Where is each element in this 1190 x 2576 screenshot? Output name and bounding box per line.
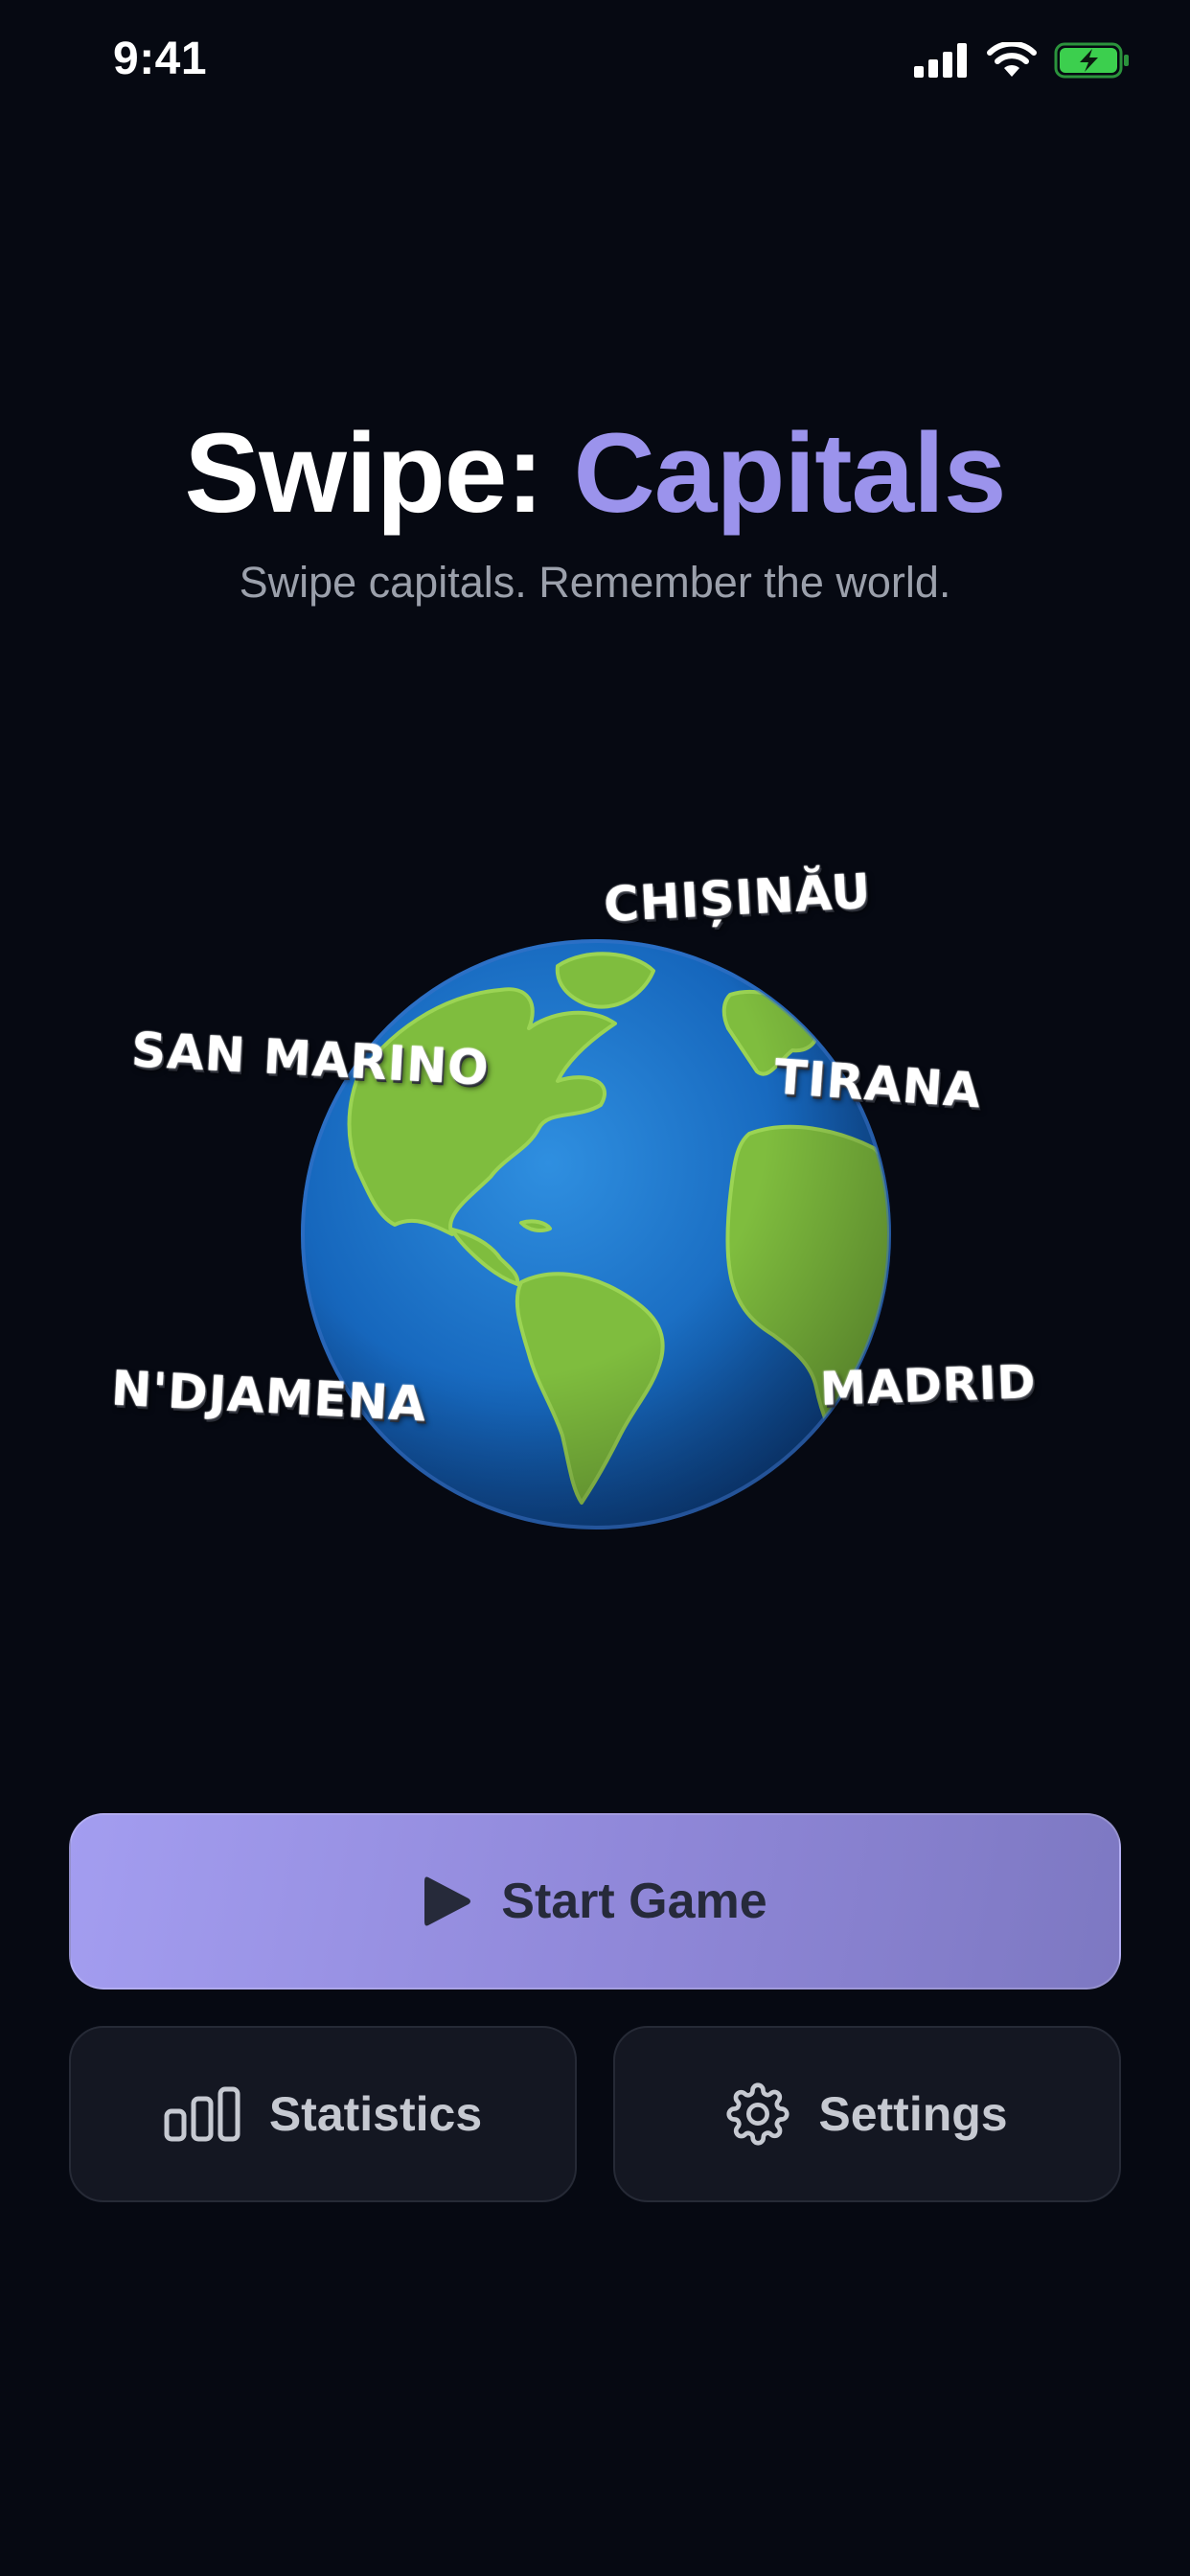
- play-icon: [424, 1876, 471, 1926]
- status-bar: 9:41: [0, 0, 1190, 134]
- settings-button[interactable]: Settings: [613, 2026, 1121, 2202]
- capital-label-chisinau: CHIȘINĂU: [602, 862, 873, 933]
- signal-icon: [914, 43, 967, 78]
- statistics-button[interactable]: Statistics: [69, 2026, 577, 2202]
- earth-globe-image: [301, 939, 891, 1530]
- app-subtitle: Swipe capitals. Remember the world.: [239, 557, 951, 607]
- gear-icon: [726, 2082, 790, 2146]
- statistics-label: Statistics: [268, 2087, 483, 2141]
- status-icons: [914, 42, 1131, 79]
- status-time: 9:41: [113, 34, 208, 84]
- app-title-main: Swipe:: [184, 410, 543, 537]
- hero-illustration: CHIȘINĂU SAN MARINO TIRANA N'DJAMENA MAD…: [0, 843, 1190, 1572]
- app-title: Swipe: Capitals: [0, 410, 1190, 537]
- capital-label-madrid: MADRID: [819, 1355, 1038, 1416]
- header: Swipe: Capitals Swipe capitals. Remember…: [0, 410, 1190, 608]
- wifi-icon: [987, 42, 1037, 77]
- settings-label: Settings: [818, 2087, 1008, 2141]
- start-game-button[interactable]: Start Game: [69, 1813, 1121, 1990]
- start-game-label: Start Game: [501, 1874, 767, 1929]
- battery-charging-icon: [1054, 42, 1129, 79]
- secondary-actions: Statistics Settings: [69, 2026, 1121, 2202]
- bar-chart-icon: [164, 2086, 240, 2142]
- app-title-accent: Capitals: [573, 410, 1007, 537]
